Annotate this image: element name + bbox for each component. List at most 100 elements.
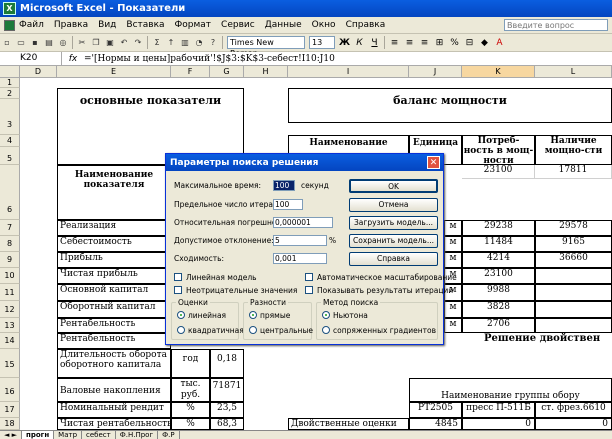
cell-k17[interactable]: пресс П-511Б (462, 402, 535, 418)
row-header-1[interactable]: 1 (0, 78, 20, 88)
row-header-4[interactable]: 4 (0, 135, 20, 147)
convergence-input[interactable]: 0,001 (273, 253, 327, 264)
max-time-input[interactable]: 100 (273, 180, 295, 191)
new-icon[interactable]: ▫ (1, 37, 13, 49)
row-header-13[interactable]: 13 (0, 318, 20, 333)
linear-model-checkbox[interactable] (174, 273, 182, 281)
tab-scroll[interactable]: ◄ ► (0, 430, 22, 439)
cell-e14[interactable]: Рентабельность (57, 333, 171, 349)
align-left-icon[interactable]: ≡ (388, 36, 401, 49)
italic-button[interactable]: К (353, 36, 366, 49)
cell-k12[interactable]: 3828 (462, 301, 535, 318)
row-header-8[interactable]: 8 (0, 236, 20, 252)
zoom-icon[interactable]: ◔ (193, 37, 205, 49)
cell-j9[interactable]: м (444, 252, 462, 268)
tab-fnprog[interactable]: Ф.Н.Прог (116, 430, 159, 439)
method-newton-radio[interactable] (322, 311, 330, 319)
column-header-k[interactable]: K (462, 66, 535, 78)
cell-power-header[interactable]: баланс мощности (288, 88, 612, 123)
row-header-3[interactable]: 3 (0, 99, 20, 135)
row-header-5[interactable]: 5 (0, 147, 20, 165)
sum-icon[interactable]: Σ (151, 37, 163, 49)
merge-icon[interactable]: ⊞ (433, 36, 446, 49)
print-icon[interactable]: ▤ (43, 37, 55, 49)
nonneg-checkbox[interactable] (174, 286, 182, 294)
row-header-11[interactable]: 11 (0, 284, 20, 301)
row-header-6[interactable]: 6 (0, 165, 20, 220)
borders-icon[interactable]: ⊟ (463, 36, 476, 49)
column-header-h[interactable]: H (244, 66, 288, 78)
cell-l18[interactable]: 0 (535, 418, 612, 430)
cell-k-need-header[interactable]: Потреб-ность в мощ-ности (462, 135, 535, 165)
row-header-12[interactable]: 12 (0, 301, 20, 318)
help-icon[interactable]: ? (207, 37, 219, 49)
row-header-10[interactable]: 10 (0, 268, 20, 284)
method-cg-radio[interactable] (322, 326, 330, 334)
fill-icon[interactable]: ◆ (478, 36, 491, 49)
help-search-input[interactable]: Введите вопрос (504, 19, 608, 31)
menu-edit[interactable]: Правка (49, 20, 93, 30)
cell-e11[interactable]: Основной капитал (57, 284, 171, 301)
cell-f15[interactable]: год (171, 349, 210, 378)
tolerance-input[interactable]: 5 (273, 235, 327, 246)
cell-j13[interactable]: м (444, 318, 462, 333)
cell-f16[interactable]: тыс. руб. (171, 378, 210, 402)
help-button[interactable]: Справка (349, 252, 438, 266)
cell-f18[interactable]: % (171, 418, 210, 430)
cut-icon[interactable]: ✂ (76, 37, 88, 49)
corner-select-all[interactable] (0, 66, 20, 78)
row-header-7[interactable]: 7 (0, 220, 20, 236)
cell-e18[interactable]: Чистая рентабельность (57, 418, 171, 430)
tab-fr[interactable]: Ф.Р (158, 430, 180, 439)
row-header-18[interactable]: 18 (0, 418, 20, 430)
cell-g16[interactable]: 71871 (210, 378, 244, 402)
cell-k7[interactable]: 29238 (462, 220, 535, 236)
cell-l8[interactable]: 9165 (535, 236, 612, 252)
load-model-button[interactable]: Загрузить модель... (349, 216, 438, 230)
cell-j17[interactable]: РТ2505 (409, 402, 462, 418)
cell-e16[interactable]: Валовые накопления (57, 378, 171, 402)
est-linear-radio[interactable] (177, 311, 185, 319)
cell-k8[interactable]: 11484 (462, 236, 535, 252)
diff-central-radio[interactable] (249, 326, 257, 334)
column-header-l[interactable]: L (535, 66, 612, 78)
column-header-i[interactable]: I (288, 66, 409, 78)
font-size-select[interactable]: 13 (309, 36, 335, 49)
cell-e8[interactable]: Себестоимость (57, 236, 171, 252)
cell-e17[interactable]: Номинальный рендит (57, 402, 171, 418)
undo-icon[interactable]: ↶ (118, 37, 130, 49)
cell-k9[interactable]: 4214 (462, 252, 535, 268)
cell-e9[interactable]: Прибыль (57, 252, 171, 268)
cell-l11[interactable] (535, 284, 612, 301)
cell-l17[interactable]: ст. фрез.6610 (535, 402, 612, 418)
cell-j18[interactable]: 4845 (409, 418, 462, 430)
underline-button[interactable]: Ч (368, 36, 381, 49)
autoscale-checkbox[interactable] (305, 273, 313, 281)
cell-k18[interactable]: 0 (462, 418, 535, 430)
cell-l-avail-header[interactable]: Наличие мощно-сти (535, 135, 612, 165)
cell-k11[interactable]: 9988 (462, 284, 535, 301)
name-box[interactable]: K20 (0, 52, 62, 65)
menu-tools[interactable]: Сервис (216, 20, 260, 30)
align-right-icon[interactable]: ≡ (418, 36, 431, 49)
chart-icon[interactable]: ▥ (179, 37, 191, 49)
menu-help[interactable]: Справка (341, 20, 391, 30)
tab-progn[interactable]: прогн (22, 430, 55, 439)
show-iterations-checkbox[interactable] (305, 286, 313, 294)
font-color-icon[interactable]: A (493, 36, 506, 49)
align-center-icon[interactable]: ≡ (403, 36, 416, 49)
cell-l12[interactable] (535, 301, 612, 318)
menu-insert[interactable]: Вставка (121, 20, 169, 30)
diff-forward-radio[interactable] (249, 311, 257, 319)
font-name-select[interactable]: Times New Roman (227, 36, 305, 58)
tab-sebest[interactable]: себест (82, 430, 116, 439)
row-header-16[interactable]: 16 (0, 378, 20, 402)
cell-k10[interactable]: 23100 (462, 268, 535, 284)
preview-icon[interactable]: ◎ (57, 37, 69, 49)
cell-group-name-header[interactable]: Наименование группы обору (409, 378, 612, 402)
cell-k5[interactable]: 23100 (462, 165, 535, 179)
fx-icon[interactable]: fx (62, 54, 84, 64)
row-header-15[interactable]: 15 (0, 349, 20, 378)
column-header-e[interactable]: E (57, 66, 171, 78)
column-header-j[interactable]: J (409, 66, 462, 78)
